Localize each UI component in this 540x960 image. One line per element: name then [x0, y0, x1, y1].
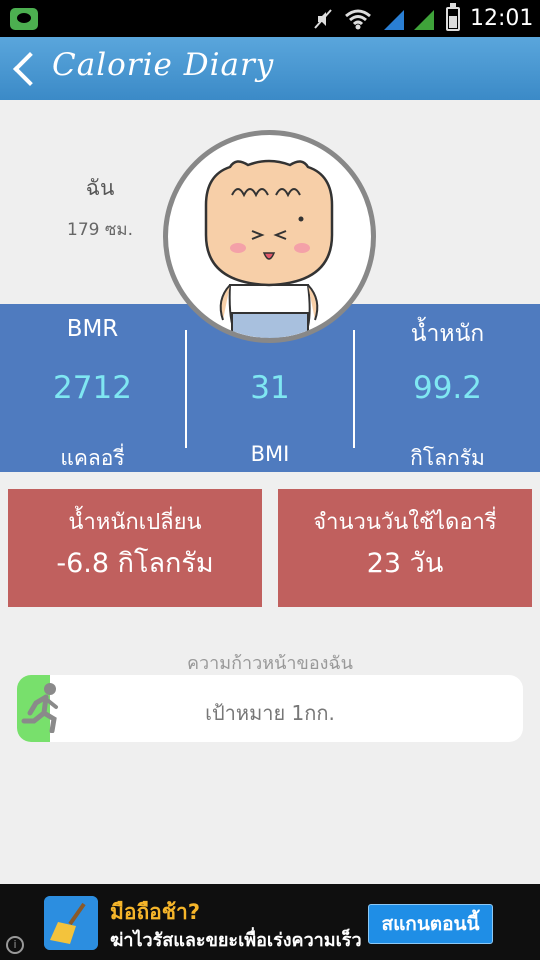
info-icon[interactable]: i	[6, 936, 24, 954]
stat-bmr: BMR 2712 แคลอรี่	[0, 304, 185, 472]
status-bar: 12:01	[0, 0, 540, 37]
ad-subline: ฆ่าไวรัสและขยะเพื่อเร่งความเร็ว	[110, 930, 362, 951]
stat-weight-value: 99.2	[412, 370, 483, 406]
line-app-icon	[10, 8, 38, 30]
signal-icon	[384, 10, 404, 30]
stat-weight-unit: กิโลกรัม	[410, 446, 485, 470]
progress-label: ความก้าวหน้าของฉัน	[187, 653, 353, 674]
stat-bmr-value: 2712	[53, 370, 132, 406]
ad-banner[interactable]: มือถือช้า? ฆ่าไวรัสและขยะเพื่อเร่งความเร…	[0, 884, 540, 960]
ad-scan-button[interactable]: สแกนตอนนี้	[368, 904, 493, 944]
days-used-card: จำนวนวันใช้ไดอารี่ 23 วัน	[278, 489, 532, 607]
wifi-icon	[345, 9, 371, 30]
status-clock: 12:01	[470, 6, 534, 31]
app-title: Calorie Diary	[52, 47, 275, 83]
stat-bmi-unit: BMI	[250, 442, 290, 466]
mute-icon	[314, 9, 332, 29]
avatar-cat	[204, 159, 334, 338]
app-header: Calorie Diary	[0, 37, 540, 100]
progress-goal-text: เป้าหมาย 1กก.	[205, 701, 335, 725]
stat-weight: น้ำหนัก 99.2 กิโลกรัม	[355, 304, 540, 472]
weight-change-card: น้ำหนักเปลี่ยน -6.8 กิโลกรัม	[8, 489, 262, 607]
battery-icon	[446, 3, 460, 31]
profile-name: ฉัน	[85, 176, 115, 200]
days-used-value: 23 วัน	[366, 548, 444, 579]
profile-height: 179 ซม.	[67, 220, 133, 240]
back-arrow-icon[interactable]	[10, 49, 44, 89]
broom-icon	[44, 896, 98, 950]
stat-weight-label: น้ำหนัก	[410, 321, 485, 347]
days-used-title: จำนวนวันใช้ไดอารี่	[313, 510, 497, 535]
weight-change-value: -6.8 กิโลกรัม	[56, 548, 214, 579]
avatar[interactable]	[163, 130, 376, 343]
stat-bmr-label: BMR	[66, 316, 119, 342]
stat-bmr-unit: แคลอรี่	[60, 446, 125, 470]
signal-icon	[414, 10, 434, 30]
weight-change-title: น้ำหนักเปลี่ยน	[68, 510, 202, 535]
stat-bmi-value: 31	[250, 370, 290, 406]
